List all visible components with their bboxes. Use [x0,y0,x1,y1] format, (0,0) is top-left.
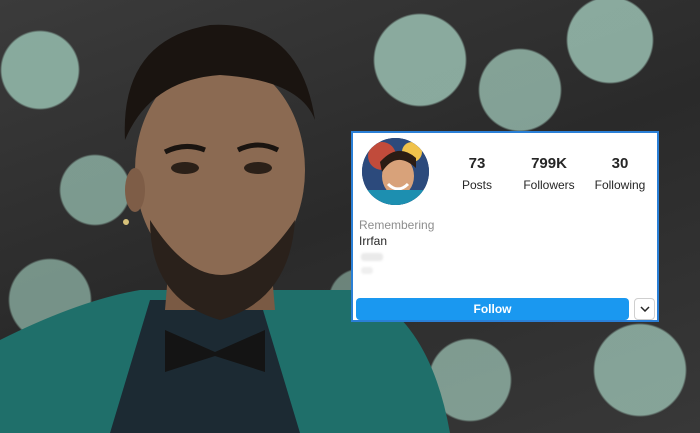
followers-label: Followers [523,178,575,192]
profile-name: Irrfan [359,234,388,248]
posts-label: Posts [461,178,492,192]
following-count: 30 [611,155,629,172]
memorial-label: Remembering [359,218,435,232]
avatar-image [362,138,429,205]
profile-avatar[interactable] [362,138,429,205]
following-label: Following [594,178,646,192]
profile-card: 73 Posts 799K Followers 30 Following Rem… [351,131,659,322]
follow-button[interactable]: Follow [356,298,629,320]
suggested-accounts-button[interactable] [634,298,655,320]
blurred-text [361,267,373,274]
chevron-down-icon [639,306,650,312]
stat-following[interactable]: 30 Following [580,155,660,192]
stat-followers[interactable]: 799K Followers [509,155,589,192]
stat-posts[interactable]: 73 Posts [437,155,517,192]
followers-count: 799K [531,155,567,172]
posts-count: 73 [468,155,486,172]
blurred-text [361,253,383,261]
